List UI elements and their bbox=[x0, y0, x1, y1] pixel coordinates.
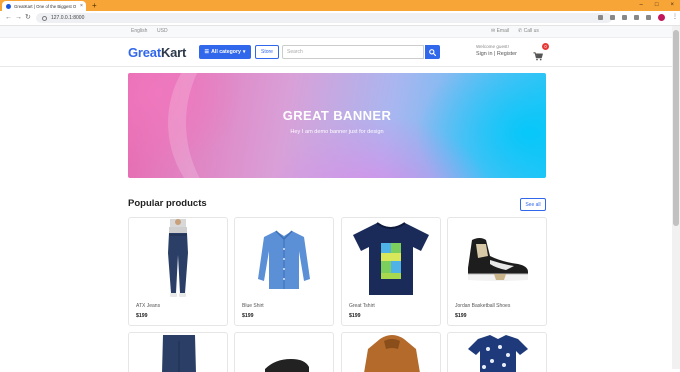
product-card[interactable] bbox=[341, 332, 441, 372]
cart-count-badge: 0 bbox=[542, 43, 549, 50]
window-controls: – □ × bbox=[640, 0, 674, 10]
product-name[interactable]: ATX Jeans bbox=[136, 303, 160, 309]
phone-icon: ✆ bbox=[518, 28, 523, 34]
tshirt-icon bbox=[353, 222, 429, 295]
search-input[interactable] bbox=[282, 45, 424, 59]
banner-subtitle: Hey I am demo banner just for design bbox=[290, 129, 384, 135]
product-card[interactable]: Jordan Basketball Shoes $199 bbox=[447, 217, 547, 326]
reload-icon[interactable]: ↻ bbox=[25, 13, 31, 23]
address-bar[interactable]: 127.0.0.1:8000 bbox=[36, 13, 612, 23]
product-image[interactable] bbox=[448, 218, 546, 300]
logo-kart: Kart bbox=[160, 45, 187, 60]
maximize-button[interactable]: □ bbox=[655, 0, 659, 10]
close-window-button[interactable]: × bbox=[670, 0, 674, 10]
product-image[interactable] bbox=[129, 218, 227, 300]
language-selector[interactable]: English bbox=[131, 28, 147, 34]
jeans-icon bbox=[162, 335, 196, 372]
forward-icon[interactable]: → bbox=[15, 13, 22, 23]
product-card[interactable] bbox=[447, 332, 547, 372]
email-link[interactable]: ✉ Email bbox=[491, 28, 509, 34]
auth-separator: | bbox=[493, 51, 496, 57]
search-icon bbox=[429, 48, 436, 56]
share-icon[interactable] bbox=[598, 15, 603, 20]
product-price: $199 bbox=[455, 313, 467, 319]
store-button[interactable]: Store bbox=[255, 45, 279, 59]
product-price: $199 bbox=[349, 313, 361, 319]
call-link[interactable]: ✆ Call us bbox=[518, 28, 539, 34]
favicon-icon bbox=[6, 3, 11, 9]
site-topbar: English USD ✉ Email ✆ Call us bbox=[0, 26, 672, 38]
sidebar-icon[interactable] bbox=[646, 15, 651, 20]
site-info-icon[interactable] bbox=[42, 15, 47, 21]
page-scrollbar[interactable] bbox=[672, 26, 680, 369]
shoe-icon bbox=[265, 359, 309, 372]
banner-title: GREAT BANNER bbox=[282, 108, 392, 123]
browser-tab[interactable]: GreatKart | One of the Biggest O × bbox=[2, 1, 86, 11]
hero-banner[interactable]: GREAT BANNER Hey I am demo banner just f… bbox=[128, 73, 546, 178]
browser-menu-icon[interactable]: ⋮ bbox=[672, 14, 678, 21]
printed-shirt-icon bbox=[468, 335, 528, 372]
menu-bars-icon: ☰ bbox=[204, 49, 210, 55]
extension-icon[interactable] bbox=[622, 15, 627, 20]
new-tab-button[interactable]: + bbox=[92, 1, 97, 10]
product-price: $199 bbox=[242, 313, 254, 319]
tab-title: GreatKart | One of the Biggest O bbox=[14, 3, 77, 9]
shirt-icon bbox=[258, 230, 310, 289]
profile-avatar[interactable] bbox=[658, 14, 665, 21]
product-card[interactable]: Blue Shirt $199 bbox=[234, 217, 334, 326]
site-header: GreatKart ☰ All category ▾ Store Welcome… bbox=[0, 38, 672, 67]
puzzle-icon[interactable] bbox=[634, 15, 639, 20]
welcome-text: Welcome guest! bbox=[476, 44, 509, 49]
bookmark-star-icon[interactable] bbox=[610, 15, 615, 20]
product-image[interactable] bbox=[235, 218, 333, 300]
product-price: $199 bbox=[136, 313, 148, 319]
tab-close-icon[interactable]: × bbox=[80, 3, 83, 9]
product-card[interactable] bbox=[234, 332, 334, 372]
jeans-icon bbox=[168, 219, 188, 297]
auth-links: Sign in | Register bbox=[476, 51, 517, 57]
site-logo[interactable]: GreatKart bbox=[128, 45, 186, 60]
shopping-cart-icon bbox=[533, 52, 543, 61]
call-label: Call us bbox=[523, 28, 539, 34]
product-name[interactable]: Jordan Basketball Shoes bbox=[455, 303, 510, 309]
product-name[interactable]: Great Tshirt bbox=[349, 303, 375, 309]
category-label: All category bbox=[211, 49, 241, 55]
product-card[interactable]: Great Tshirt $199 bbox=[341, 217, 441, 326]
envelope-icon: ✉ bbox=[491, 28, 496, 34]
browser-tab-strip: GreatKart | One of the Biggest O × + – □… bbox=[0, 0, 680, 11]
search-button[interactable] bbox=[425, 45, 440, 59]
banner-decoration bbox=[168, 73, 408, 178]
caret-down-icon: ▾ bbox=[242, 49, 246, 55]
register-link[interactable]: Register bbox=[497, 51, 517, 57]
all-category-button[interactable]: ☰ All category ▾ bbox=[199, 45, 251, 59]
section-title: Popular products bbox=[128, 198, 207, 209]
minimize-button[interactable]: – bbox=[640, 0, 643, 10]
product-image[interactable] bbox=[342, 218, 440, 300]
scrollbar-thumb[interactable] bbox=[673, 30, 679, 226]
url-text: 127.0.0.1:8000 bbox=[51, 15, 85, 21]
browser-toolbar: ← → ↻ 127.0.0.1:8000 ⋮ bbox=[0, 11, 680, 26]
sneaker-icon bbox=[468, 238, 528, 281]
see-all-button[interactable]: See all bbox=[520, 198, 546, 211]
email-label: Email bbox=[496, 28, 510, 34]
currency-selector[interactable]: USD bbox=[157, 28, 168, 34]
back-icon[interactable]: ← bbox=[5, 13, 12, 23]
product-card[interactable] bbox=[128, 332, 228, 372]
jacket-icon bbox=[364, 335, 420, 372]
product-name[interactable]: Blue Shirt bbox=[242, 303, 264, 309]
product-card[interactable]: ATX Jeans $199 bbox=[128, 217, 228, 326]
browser-extensions: ⋮ bbox=[598, 14, 678, 21]
cart-button[interactable] bbox=[533, 48, 543, 66]
sign-in-link[interactable]: Sign in bbox=[476, 51, 492, 57]
logo-great: Great bbox=[128, 45, 161, 60]
